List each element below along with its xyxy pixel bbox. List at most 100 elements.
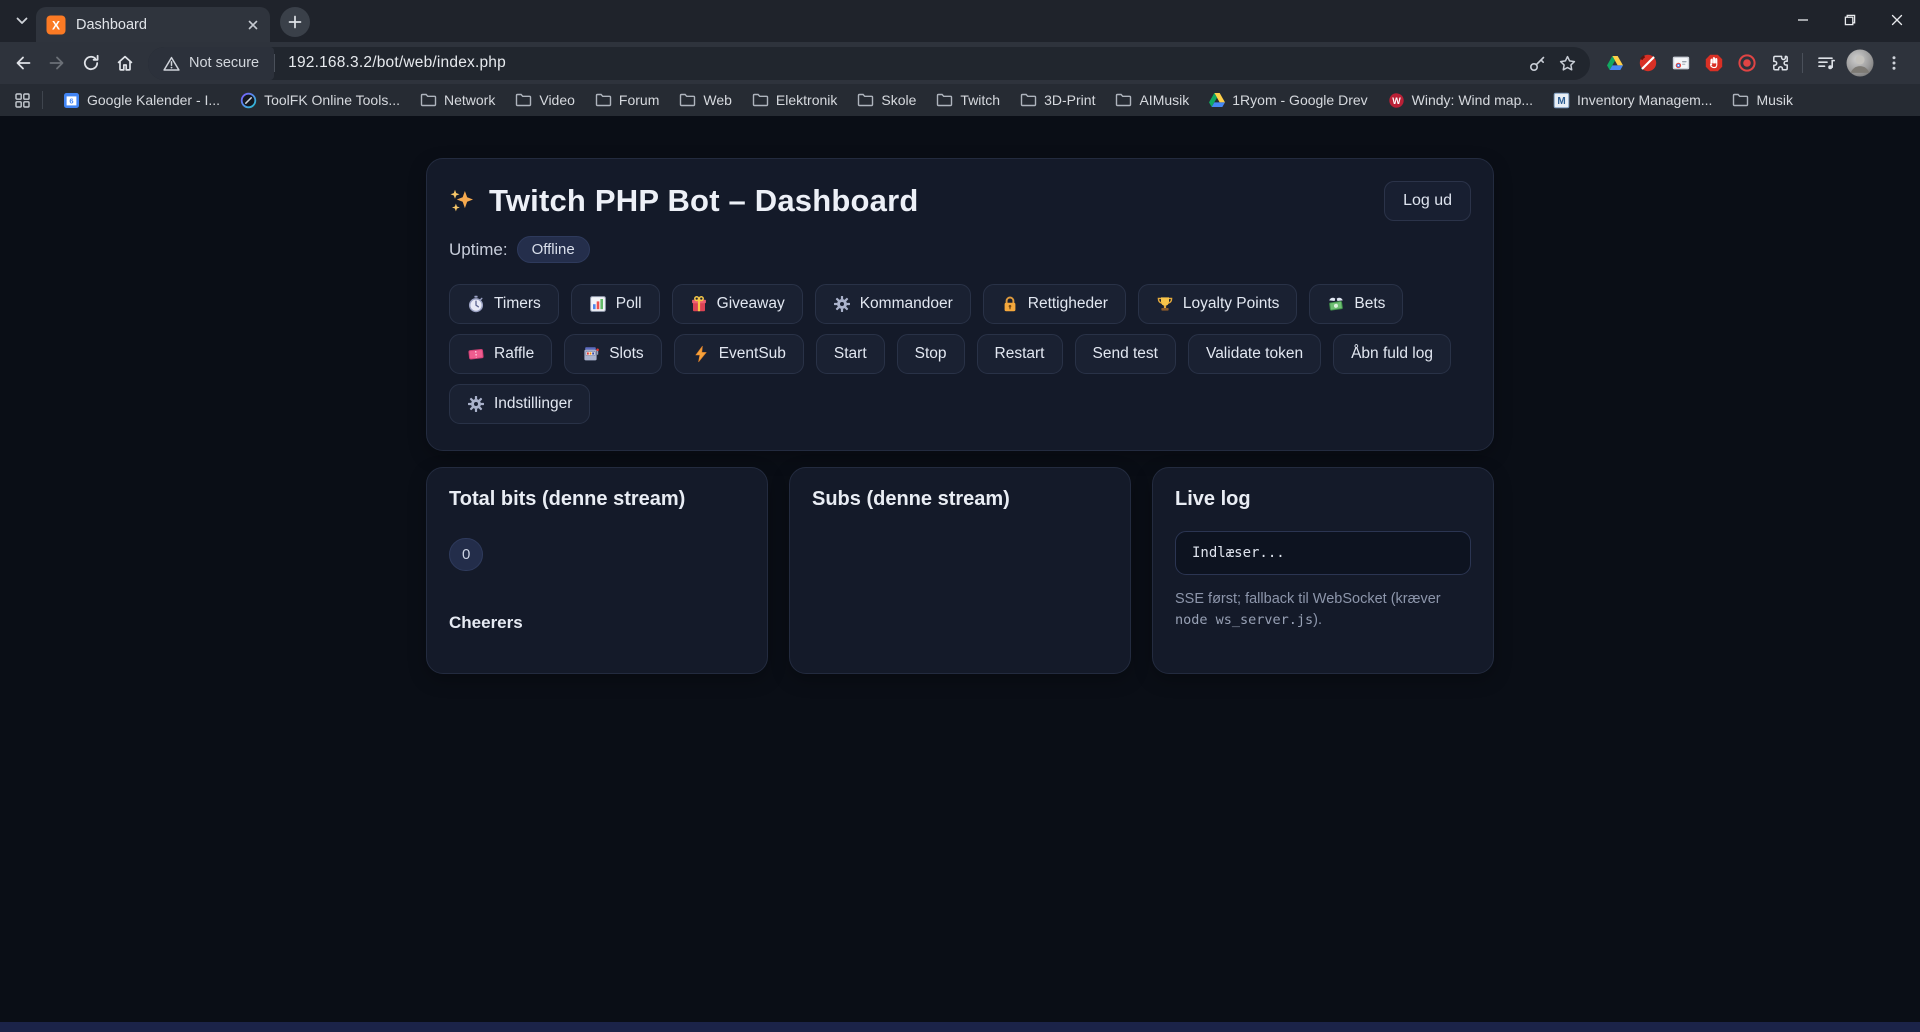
media-controls-button[interactable] (1809, 47, 1842, 80)
profile-avatar[interactable] (1844, 48, 1875, 79)
browser-toolbar: Not secure 192.168.3.2/bot/web/index.php (0, 42, 1920, 84)
nav-button-kommandoer[interactable]: Kommandoer (815, 284, 971, 324)
nav-button-restart[interactable]: Restart (977, 334, 1063, 374)
toolbar-separator (1802, 53, 1803, 73)
nav-button-label: Stop (915, 345, 947, 363)
restore-icon (1844, 14, 1856, 26)
trophy-icon (1156, 295, 1174, 313)
kebab-menu-icon (1885, 54, 1903, 72)
record-extension-button[interactable] (1730, 47, 1763, 80)
folder-icon (936, 93, 953, 107)
bookmark-musik[interactable]: Musik (1722, 89, 1803, 111)
bookmark-label: Forum (619, 92, 659, 108)
bookmark-network[interactable]: Network (410, 89, 505, 111)
nav-button-abn-fuld-log[interactable]: Åbn fuld log (1333, 334, 1451, 374)
bookmark-page-button[interactable] (1552, 48, 1582, 78)
minimize-button[interactable] (1779, 0, 1826, 40)
nav-button-eventsub[interactable]: EventSub (674, 334, 804, 374)
bookmark-aimusik[interactable]: AIMusik (1105, 89, 1199, 111)
browser-menu-button[interactable] (1877, 47, 1910, 80)
nav-button-poll[interactable]: Poll (571, 284, 660, 324)
bookmark-1ryom-google-drev[interactable]: 1Ryom - Google Drev (1199, 89, 1377, 111)
google-drive-extension-button[interactable] (1598, 47, 1631, 80)
bookmark-forum[interactable]: Forum (585, 89, 669, 111)
live-log-title: Live log (1175, 488, 1471, 511)
dashboard-header-card: Twitch PHP Bot – Dashboard Log ud Uptime… (426, 158, 1494, 451)
slot-icon (582, 345, 600, 363)
browser-tab-dashboard[interactable]: X Dashboard (36, 7, 270, 42)
back-button[interactable] (6, 46, 40, 80)
screenshot-extension-button[interactable] (1664, 47, 1697, 80)
gear-icon (833, 295, 851, 313)
close-window-button[interactable] (1873, 0, 1920, 40)
bookmark-twitch[interactable]: Twitch (926, 89, 1010, 111)
back-icon (13, 53, 33, 73)
nav-button-raffle[interactable]: Raffle (449, 334, 552, 374)
password-manager-button[interactable] (1522, 48, 1552, 78)
new-tab-button[interactable] (280, 7, 310, 37)
nav-button-indstillinger[interactable]: Indstillinger (449, 384, 590, 424)
nav-button-stop[interactable]: Stop (897, 334, 965, 374)
bookmark-label: Google Kalender - I... (87, 92, 220, 108)
nav-button-label: Åbn fuld log (1351, 345, 1433, 363)
logout-button[interactable]: Log ud (1384, 181, 1471, 221)
bookmark-elektronik[interactable]: Elektronik (742, 89, 847, 111)
page-title: Twitch PHP Bot – Dashboard (449, 183, 919, 219)
folder-icon (420, 93, 437, 107)
bookmark-3d-print[interactable]: 3D-Print (1010, 89, 1105, 111)
chevron-down-icon (14, 13, 30, 29)
google-drive-icon (1209, 93, 1225, 107)
bookmark-label: Twitch (960, 92, 1000, 108)
home-icon (115, 53, 135, 73)
stop-hand-extension-button[interactable] (1697, 47, 1730, 80)
home-button[interactable] (108, 46, 142, 80)
folder-icon (679, 93, 696, 107)
bookmark-skole[interactable]: Skole (847, 89, 926, 111)
inventory-icon: M (1553, 92, 1570, 109)
extensions-menu-button[interactable] (1763, 47, 1796, 80)
restore-button[interactable] (1826, 0, 1873, 40)
bookmark-windy-wind-map[interactable]: WWindy: Wind map... (1378, 89, 1543, 112)
live-log-box[interactable]: Indlæser... (1175, 531, 1471, 575)
tab-close-button[interactable] (244, 16, 262, 34)
nav-button-label: Indstillinger (494, 395, 572, 413)
reload-button[interactable] (74, 46, 108, 80)
nav-button-timers[interactable]: Timers (449, 284, 559, 324)
screenshot-icon (1671, 53, 1691, 73)
chart-icon (589, 295, 607, 313)
minimize-icon (1797, 14, 1809, 26)
apps-grid-icon (14, 92, 31, 109)
total-bits-card: Total bits (denne stream) 0 Cheerers (426, 467, 768, 674)
tab-search-button[interactable] (8, 4, 36, 38)
forward-button[interactable] (40, 46, 74, 80)
security-chip[interactable]: Not secure (148, 47, 274, 80)
apps-shortcut-button[interactable] (8, 87, 36, 113)
nav-button-slots[interactable]: Slots (564, 334, 661, 374)
bookmark-label: 1Ryom - Google Drev (1232, 92, 1367, 108)
nav-button-start[interactable]: Start (816, 334, 885, 374)
nav-button-validate-token[interactable]: Validate token (1188, 334, 1321, 374)
nav-button-label: Start (834, 345, 867, 363)
bookmark-toolfk-online-tools[interactable]: ToolFK Online Tools... (230, 89, 410, 112)
subs-card: Subs (denne stream) (789, 467, 1131, 674)
bookmark-google-kalender-i[interactable]: 6Google Kalender - I... (53, 89, 230, 112)
extension-icons (1598, 47, 1763, 80)
close-icon (246, 18, 260, 32)
gear-icon (467, 395, 485, 413)
nav-button-rettigheder[interactable]: Rettigheder (983, 284, 1126, 324)
bookmark-video[interactable]: Video (505, 89, 585, 111)
adblock-extension-button[interactable] (1631, 47, 1664, 80)
bookmark-label: Inventory Managem... (1577, 92, 1712, 108)
nav-button-loyalty-points[interactable]: Loyalty Points (1138, 284, 1298, 324)
nav-button-bets[interactable]: Bets (1309, 284, 1403, 324)
bookmark-web[interactable]: Web (669, 89, 742, 111)
bookmark-inventory-managem[interactable]: M Inventory Managem... (1543, 89, 1722, 112)
nav-button-send-test[interactable]: Send test (1075, 334, 1177, 374)
nav-button-label: Timers (494, 295, 541, 313)
tab-title: Dashboard (76, 17, 234, 33)
nav-button-giveaway[interactable]: Giveaway (672, 284, 803, 324)
nav-button-label: Poll (616, 295, 642, 313)
browser-window: X Dashboard Not secure 192.168.3.2/bot/w… (0, 0, 1920, 1032)
address-bar[interactable]: Not secure 192.168.3.2/bot/web/index.php (148, 47, 1590, 80)
security-label: Not secure (189, 55, 259, 71)
